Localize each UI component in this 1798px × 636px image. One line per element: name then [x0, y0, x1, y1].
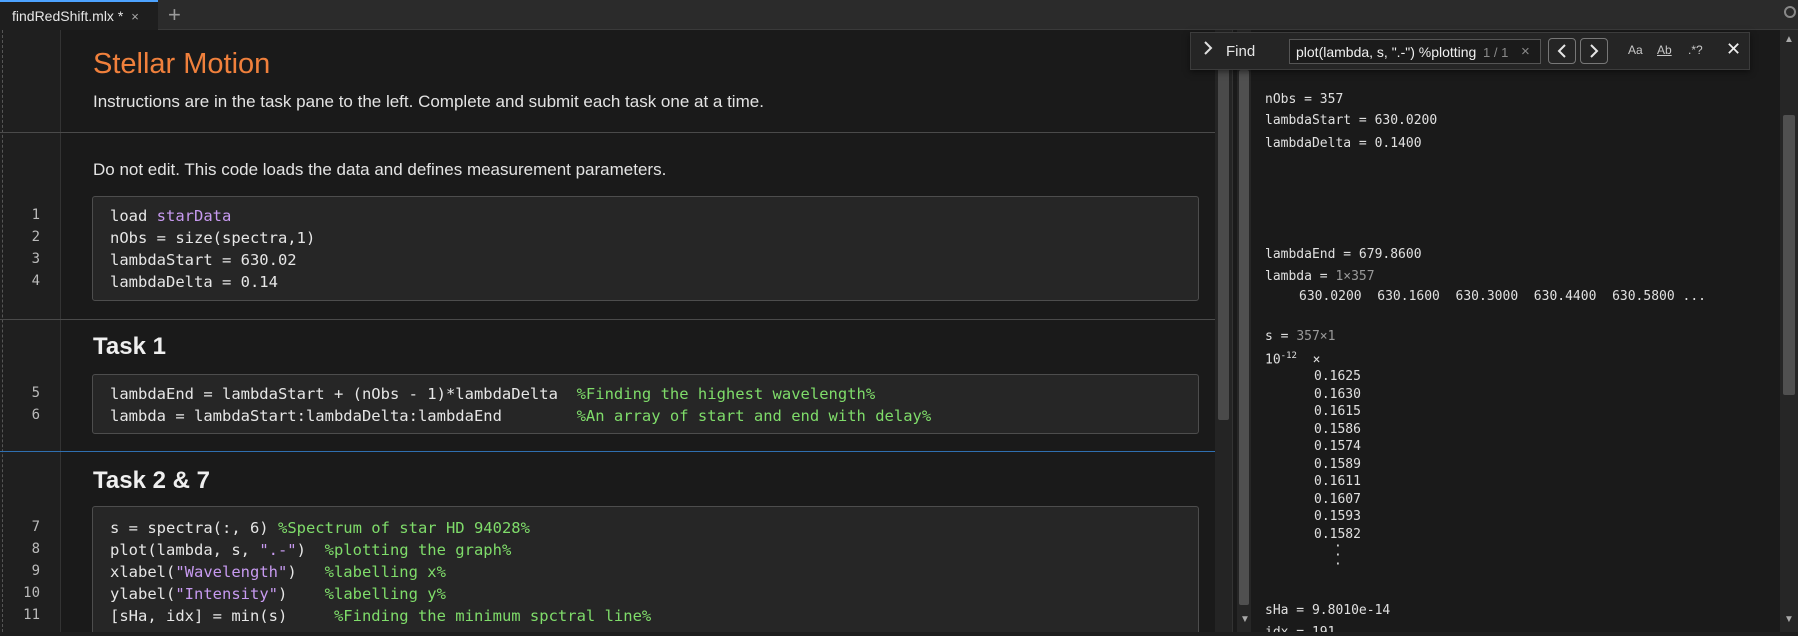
output-divider-scrollbar[interactable]: ▼ [1237, 30, 1251, 632]
output-s-scale: 10-12 × [1265, 351, 1321, 368]
match-case-button[interactable]: Aa [1628, 43, 1643, 57]
line-number: 2 [31, 229, 40, 245]
editor-scrollbar-thumb[interactable] [1218, 60, 1229, 420]
clear-find-icon[interactable]: × [1521, 43, 1530, 60]
output-pane[interactable]: ▼ nObs = 357 lambdaStart = 630.0200 lamb… [1232, 30, 1798, 632]
output-s-value: 0.1574 [1314, 439, 1361, 454]
tab-bar: findRedShift.mlx * × + [0, 0, 1798, 30]
section-break [0, 319, 1215, 320]
line-number: 3 [31, 251, 40, 267]
output-divider-thumb[interactable] [1239, 70, 1249, 605]
scroll-down-icon[interactable]: ▼ [1784, 614, 1794, 625]
output-scrollbar-thumb[interactable] [1783, 115, 1795, 395]
output-s: s = 357×1 [1265, 329, 1336, 344]
find-next-button[interactable] [1580, 38, 1608, 64]
find-label: Find [1226, 43, 1256, 60]
output-idx: idx = 191 [1265, 624, 1335, 632]
output-ellipsis: · [1334, 557, 1342, 572]
output-s-value: 0.1586 [1314, 421, 1361, 437]
output-lambdastart: lambdaStart = 630.0200 [1265, 113, 1438, 128]
output-lambda-values: 630.0200 630.1600 630.3000 630.4400 630.… [1299, 289, 1706, 304]
close-find-icon[interactable]: ✕ [1726, 39, 1741, 60]
code-line-4[interactable]: lambdaDelta = 0.14 [110, 271, 278, 293]
code-line-6[interactable]: lambda = lambdaStart:lambdaDelta:lambdaE… [110, 405, 931, 427]
output-s-value: 0.1611 [1314, 474, 1361, 489]
line-number: 5 [31, 385, 40, 401]
code-line-5[interactable]: lambdaEnd = lambdaStart + (nObs - 1)*lam… [110, 383, 875, 405]
code-line-3[interactable]: lambdaStart = 630.02 [110, 249, 297, 271]
section-description: Do not edit. This code loads the data an… [93, 160, 667, 179]
output-s-value: 0.1607 [1314, 491, 1361, 507]
output-lambdaend: lambdaEnd = 679.8600 [1265, 247, 1422, 262]
output-s-value: 0.1615 [1314, 404, 1361, 419]
line-number: 10 [23, 585, 40, 601]
output-s-value: 0.1593 [1314, 509, 1361, 524]
code-block-task2[interactable]: s = spectra(:, 6) %Spectrum of star HD 9… [92, 506, 1199, 632]
line-number: 8 [31, 541, 40, 557]
code-line-1[interactable]: load starData [110, 205, 231, 227]
page-title: Stellar Motion [93, 48, 271, 80]
tab-close-icon[interactable]: × [131, 9, 139, 24]
line-number: 11 [23, 607, 40, 623]
add-tab-icon[interactable]: + [168, 3, 181, 27]
find-query[interactable]: plot(lambda, s, ".-") %plotting the grap… [1296, 44, 1478, 60]
line-number: 7 [31, 519, 40, 535]
line-number: 9 [31, 563, 40, 579]
output-scrollbar[interactable]: ▲ ▼ [1780, 30, 1798, 632]
code-line-7[interactable]: s = spectra(:, 6) %Spectrum of star HD 9… [110, 517, 530, 539]
output-s-value: 0.1625 [1314, 369, 1361, 384]
code-line-8[interactable]: plot(lambda, s, ".-") %plotting the grap… [110, 539, 511, 561]
instructions-text: Instructions are in the task pane to the… [93, 92, 764, 111]
settings-icon[interactable] [1784, 6, 1796, 18]
find-input[interactable]: plot(lambda, s, ".-") %plotting the grap… [1289, 39, 1541, 64]
code-line-2[interactable]: nObs = size(spectra,1) [110, 227, 315, 249]
tab-title: findRedShift.mlx * [12, 8, 124, 24]
output-lambdadelta: lambdaDelta = 0.1400 [1265, 136, 1422, 151]
line-number: 6 [31, 407, 40, 423]
editor-scrollbar[interactable] [1215, 30, 1232, 632]
code-block-task1[interactable]: lambdaEnd = lambdaStart + (nObs - 1)*lam… [92, 374, 1199, 434]
find-match-count: 1 / 1 [1483, 45, 1509, 60]
live-editor[interactable]: Stellar Motion Instructions are in the t… [0, 30, 1232, 632]
scroll-up-icon[interactable]: ▲ [1784, 34, 1794, 45]
output-lambda: lambda = 1×357 [1265, 269, 1375, 284]
task2-heading: Task 2 & 7 [93, 467, 210, 494]
regex-button[interactable]: .*? [1688, 43, 1703, 57]
scroll-down-icon[interactable]: ▼ [1240, 614, 1250, 625]
find-bar: Find plot(lambda, s, ".-") %plotting the… [1190, 32, 1750, 70]
line-number: 1 [31, 207, 40, 223]
line-number: 4 [31, 273, 40, 289]
output-sha: sHa = 9.8010e-14 [1265, 603, 1391, 618]
section-break-active [0, 451, 1215, 452]
output-s-value: 0.1589 [1314, 456, 1361, 472]
code-line-11[interactable]: [sHa, idx] = min(s) %Finding the minimum… [110, 605, 651, 627]
tab-findredshift[interactable]: findRedShift.mlx * × [0, 0, 158, 30]
expand-replace-icon[interactable] [1203, 41, 1213, 60]
task1-heading: Task 1 [93, 333, 166, 360]
code-block-load[interactable]: load starData nObs = size(spectra,1) lam… [92, 196, 1199, 301]
section-break [0, 132, 1215, 133]
find-previous-button[interactable] [1548, 38, 1576, 64]
code-line-9[interactable]: xlabel("Wavelength") %labelling x% [110, 561, 446, 583]
whole-word-button[interactable]: Ab [1657, 43, 1672, 57]
code-line-10[interactable]: ylabel("Intensity") %labelling y% [110, 583, 446, 605]
output-s-value: 0.1630 [1314, 386, 1361, 402]
output-nobs: nObs = 357 [1265, 92, 1344, 107]
